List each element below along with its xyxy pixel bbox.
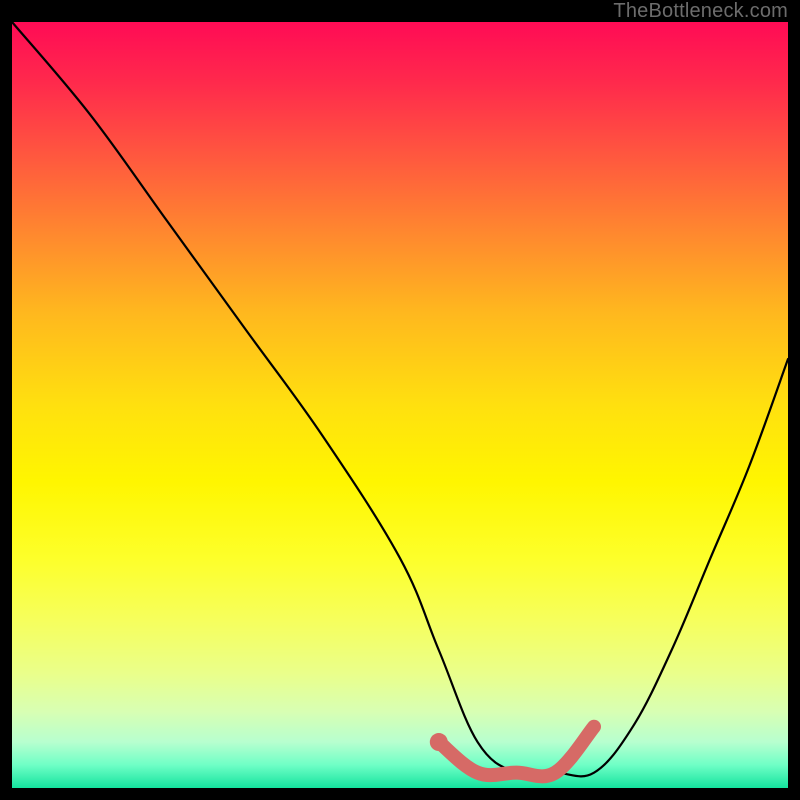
bottleneck-curve-path	[12, 22, 788, 776]
optimal-range-path	[439, 727, 594, 777]
optimal-start-dot	[430, 733, 448, 751]
watermark-text: TheBottleneck.com	[613, 0, 788, 23]
chart-svg	[12, 22, 788, 788]
chart-frame: TheBottleneck.com	[0, 0, 800, 800]
plot-outer	[12, 22, 788, 788]
